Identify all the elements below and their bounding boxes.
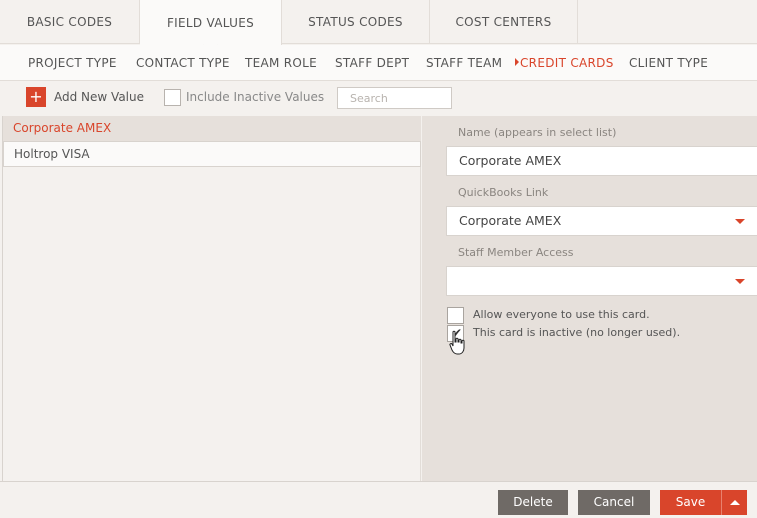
subtab-client-type[interactable]: CLIENT TYPE	[629, 45, 708, 81]
add-new-value-label[interactable]: Add New Value	[54, 90, 144, 104]
hand-cursor-icon	[449, 330, 465, 355]
active-marker-icon	[515, 58, 519, 66]
staff-access-select[interactable]	[446, 266, 757, 296]
save-button[interactable]: Save	[660, 490, 721, 515]
quickbooks-select[interactable]: Corporate AMEX	[446, 206, 757, 236]
toolbar: + Add New Value Include Inactive Values	[0, 81, 757, 116]
inactive-label: This card is inactive (no longer used).	[473, 326, 681, 339]
list-item[interactable]: Corporate AMEX	[3, 116, 421, 142]
allow-everyone-checkbox[interactable]	[447, 307, 464, 324]
include-inactive-checkbox[interactable]	[164, 89, 181, 106]
subtab-team-role[interactable]: TEAM ROLE	[245, 45, 317, 81]
subtab-project-type[interactable]: PROJECT TYPE	[28, 45, 117, 81]
tab-basic-codes[interactable]: BASIC CODES	[0, 0, 140, 44]
name-field[interactable]: Corporate AMEX	[446, 146, 757, 176]
chevron-up-icon	[730, 500, 740, 505]
tab-cost-centers[interactable]: COST CENTERS	[430, 0, 578, 44]
subtab-credit-cards[interactable]: CREDIT CARDS	[515, 45, 614, 81]
allow-everyone-label: Allow everyone to use this card.	[473, 308, 650, 321]
subtab-staff-dept[interactable]: STAFF DEPT	[335, 45, 409, 81]
tab-status-codes[interactable]: STATUS CODES	[282, 0, 430, 44]
app-root: BASIC CODES FIELD VALUES STATUS CODES CO…	[0, 0, 757, 518]
tab-field-values-label: FIELD VALUES	[166, 15, 255, 30]
include-inactive-label: Include Inactive Values	[186, 90, 325, 104]
action-bar: Delete Cancel Save	[0, 481, 757, 518]
staff-access-label: Staff Member Access	[458, 246, 574, 259]
cancel-button[interactable]: Cancel	[578, 490, 650, 515]
list-item[interactable]: Holtrop VISA	[3, 141, 421, 167]
chevron-down-icon	[735, 279, 745, 284]
subtab-contact-type[interactable]: CONTACT TYPE	[136, 45, 230, 81]
chevron-down-icon	[735, 219, 745, 224]
sub-tab-bar: PROJECT TYPE CONTACT TYPE TEAM ROLE STAF…	[0, 45, 757, 81]
add-new-value-button[interactable]: +	[26, 87, 46, 107]
top-tab-bar: BASIC CODES FIELD VALUES STATUS CODES CO…	[0, 0, 757, 45]
search-input[interactable]	[337, 87, 452, 109]
quickbooks-value: Corporate AMEX	[459, 213, 562, 228]
name-label: Name (appears in select list)	[458, 126, 617, 139]
subtab-staff-team[interactable]: STAFF TEAM	[426, 45, 502, 81]
tab-field-values[interactable]: FIELD VALUES	[140, 0, 282, 45]
delete-button[interactable]: Delete	[498, 490, 568, 515]
edit-form: Name (appears in select list) Corporate …	[422, 116, 757, 481]
quickbooks-label: QuickBooks Link	[458, 186, 549, 199]
save-options-button[interactable]	[721, 490, 747, 515]
value-list: Corporate AMEX Holtrop VISA	[2, 116, 421, 481]
subtab-credit-cards-label: CREDIT CARDS	[520, 56, 614, 70]
